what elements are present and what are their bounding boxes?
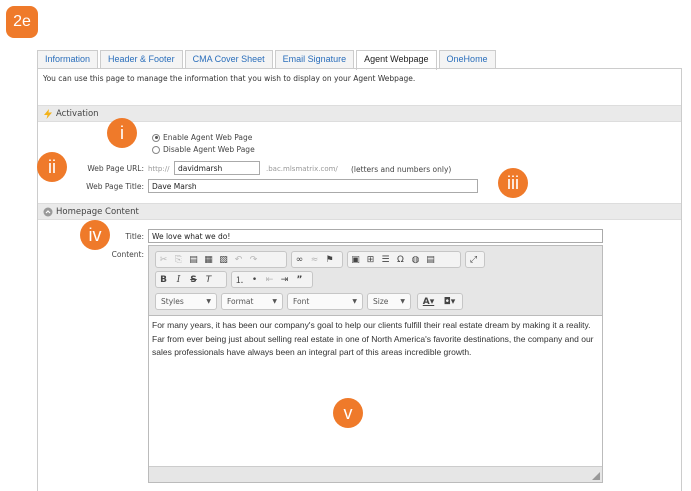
copy-icon[interactable]: ⎘ [171, 252, 186, 267]
styles-dropdown[interactable]: Styles ▼ [155, 293, 217, 310]
unlink-icon[interactable]: ≈ [307, 252, 322, 267]
tab-information[interactable]: Information [37, 50, 99, 69]
paste-icon[interactable]: ▤ [186, 252, 201, 267]
chevron-down-icon: ▼ [352, 298, 357, 305]
maximize-icon[interactable]: ⤢ [466, 252, 481, 267]
clipboard-group: ✂ ⎘ ▤ ▦ ▧ ↶ ↷ [155, 251, 287, 268]
url-prefix: http:// [148, 165, 170, 173]
anchor-flag-icon[interactable]: ⚑ [322, 252, 337, 267]
indent-icon[interactable]: ⇥ [277, 272, 292, 287]
annotation-badge-iii: iii [498, 168, 528, 198]
maximize-group: ⤢ [465, 251, 485, 268]
paste-text-icon[interactable]: ▦ [201, 252, 216, 267]
resize-grip-icon[interactable] [592, 472, 600, 480]
format-dropdown[interactable]: Format ▼ [221, 293, 283, 310]
tab-header-footer[interactable]: Header & Footer [100, 50, 183, 69]
enable-agent-web-page-option[interactable]: Enable Agent Web Page [152, 133, 252, 142]
font-label: Font [293, 297, 310, 306]
tab-cma-cover-sheet[interactable]: CMA Cover Sheet [184, 50, 273, 69]
list-group: ⒈ • ⇤ ⇥ ” [231, 271, 313, 288]
iframe-globe-icon[interactable]: ◍ [408, 252, 423, 267]
table-icon[interactable]: ⊞ [363, 252, 378, 267]
homepage-content-section-header[interactable]: Homepage Content [38, 203, 681, 220]
tab-onehome[interactable]: OneHome [438, 50, 496, 69]
font-dropdown[interactable]: Font ▼ [287, 293, 363, 310]
editor-footer [149, 466, 602, 482]
disable-label: Disable Agent Web Page [163, 145, 255, 154]
lightning-icon [44, 109, 52, 119]
redo-icon[interactable]: ↷ [246, 252, 261, 267]
blockquote-icon[interactable]: ” [292, 272, 307, 287]
collapse-icon [43, 207, 53, 217]
format-label: Format [227, 297, 254, 306]
enable-radio[interactable] [152, 133, 160, 142]
size-label: Size [373, 297, 389, 306]
chevron-down-icon: ▼ [206, 298, 211, 305]
chevron-down-icon: ▼ [272, 298, 277, 305]
tab-bar: Information Header & Footer CMA Cover Sh… [37, 50, 498, 70]
annotation-badge-ii: ii [37, 152, 67, 182]
web-page-url-input[interactable]: davidmarsh [174, 161, 260, 175]
tab-email-signature[interactable]: Email Signature [274, 50, 355, 69]
bulleted-list-icon[interactable]: • [247, 272, 262, 287]
content-editor[interactable]: ✂ ⎘ ▤ ▦ ▧ ↶ ↷ ∞ ≈ ⚑ ▣ ⊞ ☰ Ω ◍ ▤ ⤢ B I S … [148, 245, 603, 483]
disable-agent-web-page-option[interactable]: Disable Agent Web Page [152, 145, 255, 154]
annotation-badge-i: i [107, 118, 137, 148]
homepage-title-input[interactable]: We love what we do! [148, 229, 603, 243]
web-page-title-input[interactable]: Dave Marsh [148, 179, 478, 193]
editor-toolbar: ✂ ⎘ ▤ ▦ ▧ ↶ ↷ ∞ ≈ ⚑ ▣ ⊞ ☰ Ω ◍ ▤ ⤢ B I S … [149, 246, 602, 316]
annotation-badge-v: v [333, 398, 363, 428]
intro-text: You can use this page to manage the info… [43, 74, 416, 83]
disable-radio[interactable] [152, 145, 160, 154]
italic-icon[interactable]: I [171, 272, 186, 287]
tab-agent-webpage[interactable]: Agent Webpage [356, 50, 437, 70]
activation-section-header[interactable]: Activation [38, 105, 681, 122]
homepage-content-title: Homepage Content [56, 207, 139, 217]
remove-format-icon[interactable]: T [201, 272, 216, 287]
undo-icon[interactable]: ↶ [231, 252, 246, 267]
background-color-icon[interactable]: ◘▾ [439, 294, 460, 309]
strikethrough-icon[interactable]: S [186, 272, 201, 287]
horizontal-rule-icon[interactable]: ☰ [378, 252, 393, 267]
styles-label: Styles [161, 297, 184, 306]
web-page-title-label: Web Page Title: [86, 182, 144, 191]
image-icon[interactable]: ▣ [348, 252, 363, 267]
special-char-icon[interactable]: Ω [393, 252, 408, 267]
outdent-icon[interactable]: ⇤ [262, 272, 277, 287]
step-badge-2e: 2e [6, 6, 38, 38]
cut-icon[interactable]: ✂ [156, 252, 171, 267]
editor-content[interactable]: For many years, it has been our company'… [149, 317, 602, 362]
paste-word-icon[interactable]: ▧ [216, 252, 231, 267]
document-icon[interactable]: ▤ [423, 252, 438, 267]
enable-label: Enable Agent Web Page [163, 133, 253, 142]
annotation-badge-iv: iv [80, 220, 110, 250]
link-group: ∞ ≈ ⚑ [291, 251, 343, 268]
color-group: A▾ ◘▾ [417, 293, 463, 310]
link-icon[interactable]: ∞ [292, 252, 307, 267]
basic-styles-group: B I S T [155, 271, 227, 288]
web-page-url-label: Web Page URL: [87, 164, 144, 173]
text-color-icon[interactable]: A▾ [418, 294, 439, 309]
url-note: (letters and numbers only) [351, 165, 452, 174]
activation-title: Activation [56, 109, 99, 119]
chevron-down-icon: ▼ [400, 298, 405, 305]
homepage-content-label: Content: [111, 250, 144, 259]
size-dropdown[interactable]: Size ▼ [367, 293, 411, 310]
url-suffix: .bac.mlsmatrix.com/ [266, 165, 338, 173]
numbered-list-icon[interactable]: ⒈ [232, 272, 247, 287]
bold-icon[interactable]: B [156, 272, 171, 287]
insert-group: ▣ ⊞ ☰ Ω ◍ ▤ [347, 251, 461, 268]
